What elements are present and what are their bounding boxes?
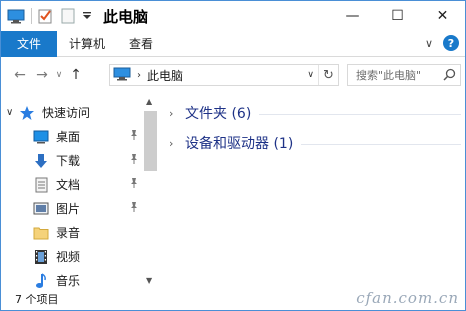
scroll-down-arrow-icon[interactable]: ▼	[146, 276, 152, 285]
explorer-window: 此电脑 — ☐ ✕ 文件 计算机 查看 ∨ ? ← → ∨ ↑ › 此电脑 ∨ …	[0, 0, 466, 311]
breadcrumb-this-pc[interactable]: 此电脑	[147, 67, 183, 84]
nav-item-videos[interactable]: 视频	[15, 245, 141, 268]
this-pc-icon	[113, 67, 131, 84]
nav-item-label: 图片	[56, 202, 81, 216]
group-divider	[259, 113, 461, 115]
address-bar[interactable]: › 此电脑 ∨ ↻	[109, 64, 339, 86]
group-label: 设备和驱动器 (1)	[185, 136, 294, 152]
tab-file[interactable]: 文件	[1, 30, 57, 57]
ribbon-tabs: 文件 计算机 查看 ∨ ?	[1, 30, 465, 57]
expand-ribbon-chevron-icon[interactable]: ∨	[425, 37, 433, 50]
window-controls: — ☐ ✕	[330, 1, 465, 31]
expand-chevron-icon[interactable]: ›	[169, 107, 183, 120]
forward-button[interactable]: →	[31, 64, 53, 86]
computer-icon[interactable]	[7, 7, 25, 25]
watermark: cfan.com.cn	[356, 289, 459, 307]
content-pane: › 文件夹 (6) › 设备和驱动器 (1)	[161, 93, 465, 287]
scroll-thumb[interactable]	[144, 111, 157, 171]
customize-dropdown-icon[interactable]	[82, 7, 92, 25]
address-dropdown-icon[interactable]: ∨	[307, 70, 314, 80]
nav-item-downloads[interactable]: 下载	[15, 149, 141, 172]
nav-item-label: 文档	[56, 178, 81, 192]
title-bar: 此电脑 — ☐ ✕	[1, 1, 465, 31]
quick-access-toolbar	[1, 1, 97, 31]
nav-item-pictures[interactable]: 图片	[15, 197, 141, 220]
nav-item-label: 下载	[56, 154, 81, 168]
group-label: 文件夹 (6)	[185, 106, 252, 122]
pin-icon[interactable]	[129, 153, 139, 168]
expand-chevron-icon[interactable]: ∨	[6, 107, 18, 118]
group-folders[interactable]: › 文件夹 (6)	[169, 101, 461, 125]
nav-item-documents[interactable]: 文档	[15, 173, 141, 196]
tab-computer[interactable]: 计算机	[57, 31, 117, 57]
download-arrow-icon	[32, 153, 50, 169]
pin-icon[interactable]	[129, 177, 139, 192]
group-divider	[301, 143, 461, 145]
minimize-button[interactable]: —	[330, 1, 375, 31]
search-icon[interactable]	[443, 68, 456, 84]
back-button[interactable]: ←	[9, 64, 31, 86]
star-icon	[18, 105, 36, 121]
properties-check-icon[interactable]	[36, 7, 54, 25]
toolbar-separator	[31, 8, 32, 24]
navigation-bar: ← → ∨ ↑ › 此电脑 ∨ ↻ 搜索"此电脑"	[1, 58, 465, 92]
nav-item-label: 录音	[56, 226, 81, 240]
nav-quick-access[interactable]: ∨ 快速访问	[1, 101, 141, 124]
scroll-up-arrow-icon[interactable]: ▲	[146, 97, 152, 106]
ribbon-right-controls: ∨ ?	[425, 35, 459, 51]
nav-item-label: 快速访问	[42, 106, 91, 120]
recent-locations-chevron-icon[interactable]: ∨	[53, 64, 65, 86]
desktop-icon	[32, 129, 50, 145]
nav-item-desktop[interactable]: 桌面	[15, 125, 141, 148]
nav-scrollbar[interactable]: ▲ ▼	[142, 93, 158, 287]
navigation-pane: ∨ 快速访问 桌面 下载 文档 图片 录音 视频 音乐 ▲ ▼	[1, 93, 159, 288]
status-bar: 7 个项目 cfan.com.cn	[1, 287, 465, 310]
folder-icon	[32, 225, 50, 241]
film-icon	[32, 249, 50, 265]
item-count: 7 个项目	[15, 292, 59, 306]
document-icon	[32, 177, 50, 193]
help-icon[interactable]: ?	[443, 35, 459, 51]
maximize-button[interactable]: ☐	[375, 1, 420, 31]
window-title: 此电脑	[103, 7, 149, 26]
group-devices-and-drives[interactable]: › 设备和驱动器 (1)	[169, 131, 461, 155]
up-button[interactable]: ↑	[65, 64, 87, 86]
tab-view[interactable]: 查看	[117, 31, 165, 57]
new-folder-icon[interactable]	[59, 7, 77, 25]
refresh-button[interactable]: ↻	[318, 65, 338, 85]
breadcrumb-separator[interactable]: ›	[137, 70, 141, 81]
expand-chevron-icon[interactable]: ›	[169, 137, 183, 150]
pictures-icon	[32, 201, 50, 217]
nav-item-recordings[interactable]: 录音	[15, 221, 141, 244]
search-placeholder: 搜索"此电脑"	[356, 69, 422, 82]
pin-icon[interactable]	[129, 201, 139, 216]
nav-item-label: 桌面	[56, 130, 81, 144]
pin-icon[interactable]	[129, 129, 139, 144]
search-input[interactable]: 搜索"此电脑"	[347, 64, 461, 86]
close-button[interactable]: ✕	[420, 1, 465, 31]
nav-item-label: 视频	[56, 250, 81, 264]
